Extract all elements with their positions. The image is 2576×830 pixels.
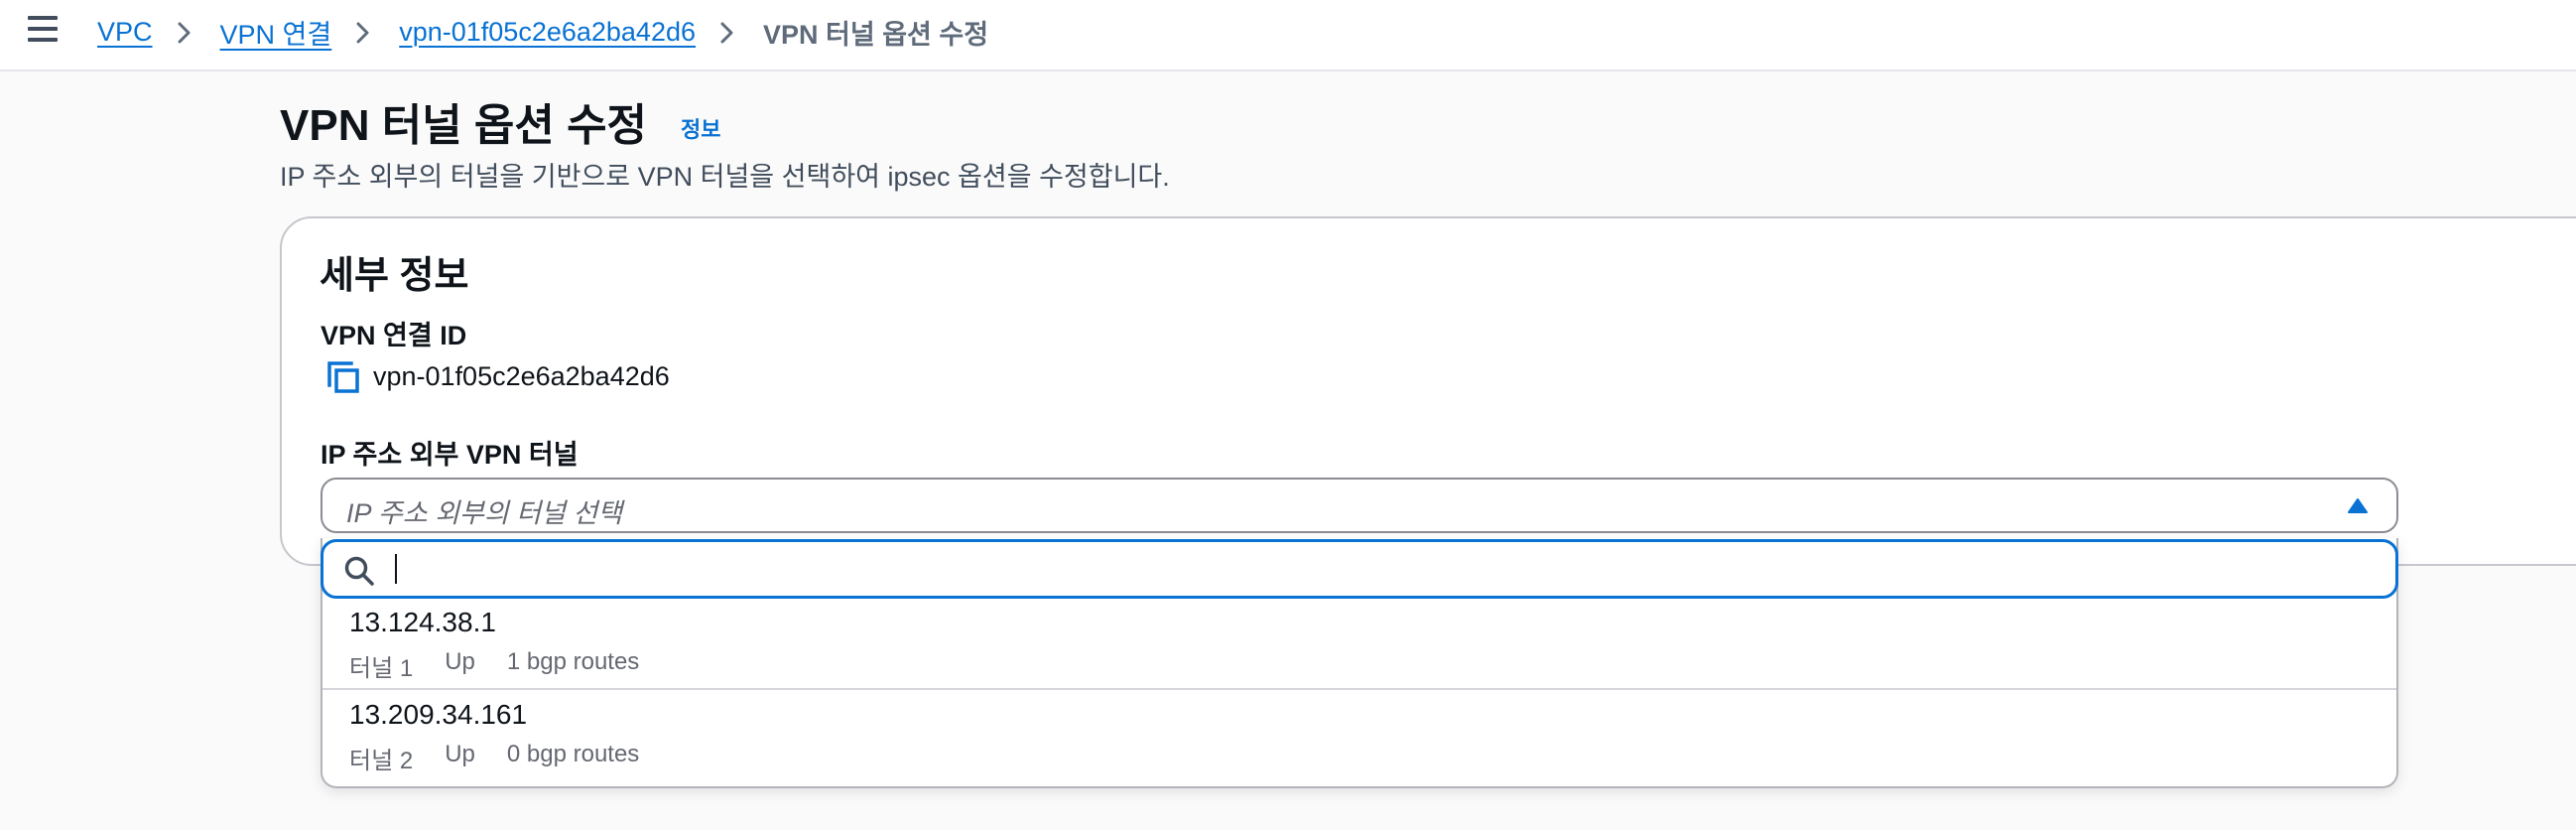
copy-icon[interactable] <box>325 359 361 395</box>
option-tag-status: Up <box>445 741 475 767</box>
option-tag-tunnel: 터널 1 <box>349 655 414 682</box>
option-label: 13.209.34.161 <box>349 699 528 730</box>
chevron-right-icon <box>696 12 763 52</box>
breadcrumb-current: VPN 터널 옵션 수정 <box>763 19 989 50</box>
dropdown-search-box[interactable] <box>321 539 2398 599</box>
caret-up-icon[interactable] <box>2347 496 2369 514</box>
chevron-right-icon <box>331 12 399 52</box>
option-tags: 터널 2 Up 0 bgp routes <box>349 741 671 775</box>
option-tag-tunnel: 터널 2 <box>349 748 414 774</box>
option-divider <box>322 688 2396 690</box>
page-title: VPN 터널 옵션 수정 <box>280 101 648 150</box>
breadcrumb: VPC VPN 연결 vpn-01f05c2e6a2ba42d6 VPN 터널 … <box>97 12 988 52</box>
connection-id-label: VPN 연결 ID <box>321 321 467 350</box>
option-tag-status: Up <box>445 648 475 675</box>
tunnel-option-2[interactable]: 13.209.34.161 터널 2 Up 0 bgp routes <box>322 691 2396 782</box>
option-tag-routes: 0 bgp routes <box>506 741 640 767</box>
breadcrumb-link-vpn-connections[interactable]: VPN 연결 <box>220 13 332 52</box>
tunnel-select-placeholder: IP 주소 외부의 터널 선택 <box>346 498 623 528</box>
chevron-right-icon <box>153 12 220 52</box>
option-label: 13.124.38.1 <box>349 607 496 637</box>
option-tags: 터널 1 Up 1 bgp routes <box>349 648 671 683</box>
dropdown-search-input[interactable] <box>389 550 2368 590</box>
details-section-title: 세부 정보 <box>320 255 469 297</box>
info-link[interactable]: 정보 <box>681 112 720 144</box>
breadcrumb-link-vpn-id[interactable]: vpn-01f05c2e6a2ba42d6 <box>399 17 696 48</box>
tunnel-option-1[interactable]: 13.124.38.1 터널 1 Up 1 bgp routes <box>322 599 2396 690</box>
option-tag-routes: 1 bgp routes <box>506 648 640 675</box>
page-description: IP 주소 외부의 터널을 기반으로 VPN 터널을 선택하여 ipsec 옵션… <box>280 162 1170 192</box>
breadcrumb-link-vpc[interactable]: VPC <box>97 17 153 48</box>
top-navigation: VPC VPN 연결 vpn-01f05c2e6a2ba42d6 VPN 터널 … <box>0 0 2576 71</box>
tunnel-select[interactable]: IP 주소 외부의 터널 선택 <box>321 478 2398 533</box>
search-icon <box>344 556 374 586</box>
menu-icon[interactable] <box>26 16 60 44</box>
text-cursor <box>395 554 397 584</box>
connection-id-value: vpn-01f05c2e6a2ba42d6 <box>373 361 670 391</box>
tunnel-select-label: IP 주소 외부 VPN 터널 <box>321 440 579 470</box>
